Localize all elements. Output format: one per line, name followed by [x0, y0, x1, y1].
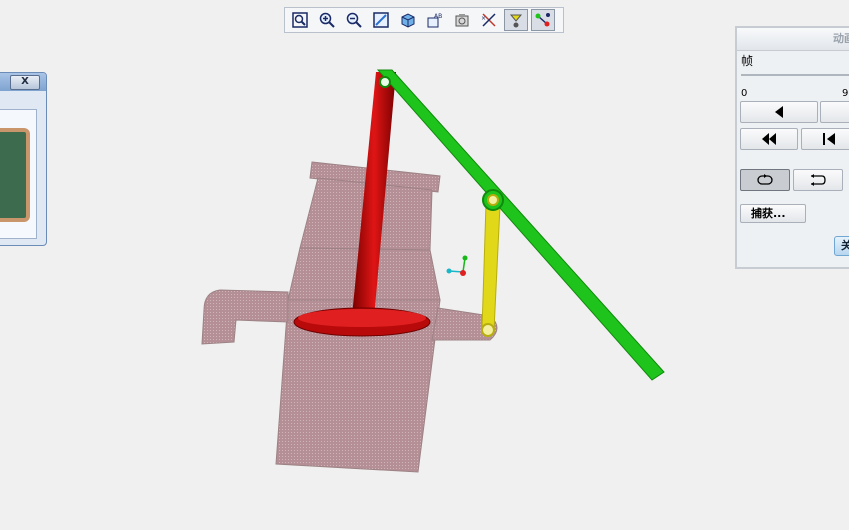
- repaint-button[interactable]: [369, 9, 393, 31]
- display-style-icon: [401, 13, 415, 28]
- play-backward-button[interactable]: [740, 101, 818, 123]
- animation-panel: 动画 帧 0 93 捕获... 关: [735, 26, 849, 269]
- reverse-repeat-button[interactable]: [793, 169, 843, 191]
- zoom-in-button[interactable]: [315, 9, 339, 31]
- annotation-display-icon: [535, 13, 550, 27]
- frame-slider-max: 93: [842, 88, 849, 99]
- coordinate-triad-icon: [446, 255, 468, 276]
- zoom-fit-icon: [292, 12, 308, 28]
- repaint-icon: [373, 12, 389, 28]
- layers-button[interactable]: [450, 9, 474, 31]
- zoom-in-icon: [319, 12, 335, 28]
- connecting-link[interactable]: [481, 203, 501, 337]
- view-toolbar: AB ×: [284, 7, 564, 33]
- close-button[interactable]: 关: [834, 236, 849, 256]
- zoom-out-button[interactable]: [342, 9, 366, 31]
- reverse-repeat-icon: [811, 174, 826, 186]
- animation-panel-title: 动画: [737, 28, 849, 51]
- frame-slider[interactable]: [741, 74, 849, 76]
- layers-icon: [455, 14, 469, 27]
- rewind-icon: [762, 133, 776, 145]
- datum-display-icon: ×: [481, 13, 496, 27]
- capture-button[interactable]: 捕获...: [740, 204, 806, 223]
- dialog-titlebar: X: [0, 73, 46, 91]
- model-tree-dialog: X: [0, 72, 47, 246]
- play-backward-icon: [775, 106, 783, 118]
- saved-view-glyph: AB: [434, 13, 442, 20]
- dialog-preview-frame: [0, 109, 37, 239]
- datum-display-button[interactable]: ×: [477, 9, 501, 31]
- zoom-out-icon: [346, 12, 362, 28]
- spin-center-icon: [509, 14, 523, 28]
- frame-label: 帧: [741, 54, 754, 68]
- preview-thumbnail: [0, 128, 30, 222]
- step-to-start-icon: [823, 133, 835, 145]
- dialog-close-button[interactable]: X: [10, 75, 40, 90]
- rewind-button[interactable]: [740, 128, 798, 150]
- frame-slider-min: 0: [741, 88, 748, 99]
- display-style-button[interactable]: [396, 9, 420, 31]
- stop-button[interactable]: [820, 101, 849, 123]
- spin-center-button[interactable]: [504, 9, 528, 31]
- saved-view-button[interactable]: AB: [423, 9, 447, 31]
- annotation-display-button[interactable]: [531, 9, 555, 31]
- repeat-icon: [757, 174, 773, 185]
- close-icon: X: [21, 76, 29, 87]
- svg-text:×: ×: [481, 15, 486, 22]
- saved-view-icon: AB: [427, 13, 442, 28]
- model-viewport[interactable]: [0, 0, 849, 530]
- repeat-button[interactable]: [740, 169, 790, 191]
- zoom-fit-button[interactable]: [288, 9, 312, 31]
- step-to-start-button[interactable]: [801, 128, 849, 150]
